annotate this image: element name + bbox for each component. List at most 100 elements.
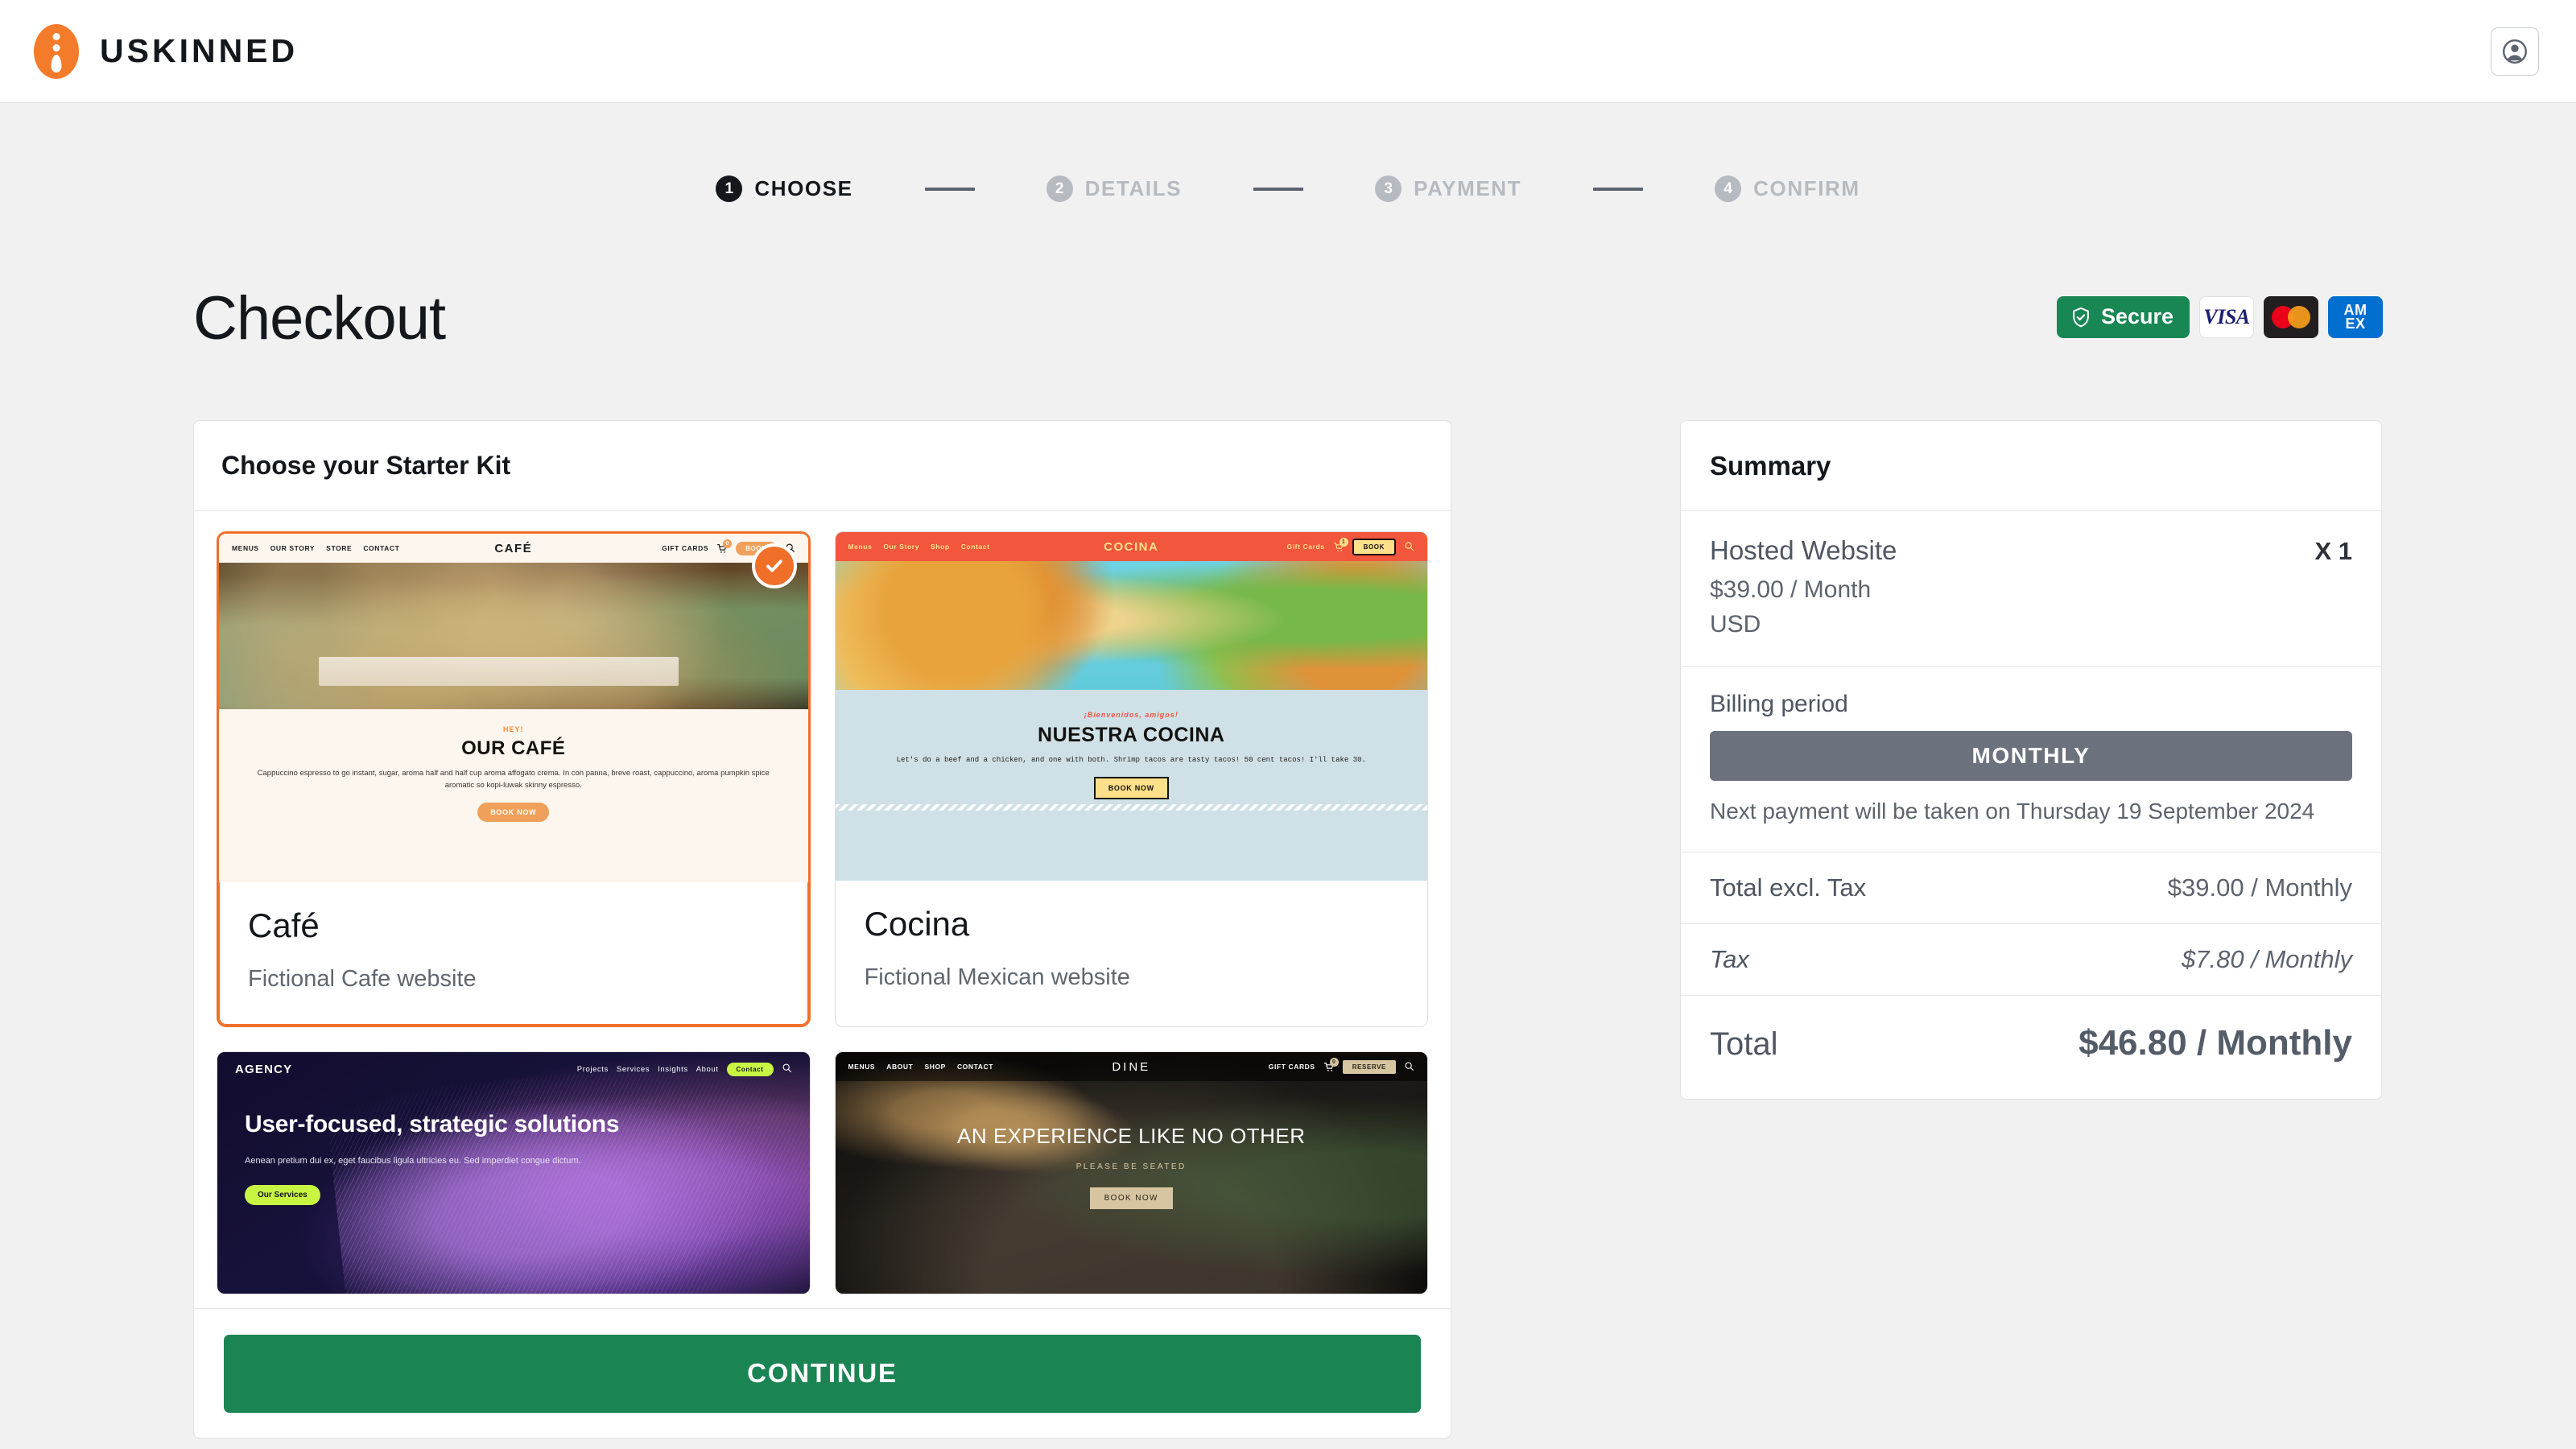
summary-billing-period: Billing period MONTHLY Next payment will…: [1681, 667, 2381, 852]
preview-eyebrow: HEY!: [502, 725, 524, 733]
preview-paragraph: Cappuccino espresso to go instant, sugar…: [257, 769, 770, 790]
starter-kit-card-agency[interactable]: AGENCY Projects Services Insights About …: [217, 1051, 811, 1294]
checkout-stepper: 1 CHOOSE 2 DETAILS 3 PAYMENT 4 CONFIRM: [0, 175, 2576, 202]
kit-description: Fictional Cafe website: [248, 966, 477, 992]
mastercard-badge: [2264, 295, 2318, 338]
uskinned-drop-logo-icon: [34, 23, 79, 79]
preview-nav-item: MENUS: [848, 1063, 876, 1071]
starter-kit-scroll-area[interactable]: MENUS OUR STORY STORE CONTACT CAFÉ GIFT …: [194, 512, 1451, 1438]
preview-headline: User-focused, strategic solutions: [245, 1111, 620, 1137]
preview-headline: OUR CAFÉ: [461, 737, 566, 759]
visa-label: VISA: [2203, 304, 2250, 328]
preview-book-button: BOOK: [1352, 538, 1396, 555]
preview-nav-item: STORE: [326, 544, 353, 552]
summary-item-qty: X 1: [2314, 537, 2352, 565]
preview-nav-item: About: [696, 1064, 719, 1074]
preview-paragraph: Aenean pretium dui ex, eget faucibus lig…: [245, 1155, 581, 1166]
secure-badge-label: Secure: [2100, 304, 2174, 328]
step-label: DETAILS: [1084, 176, 1183, 200]
preview-hero-content: AN EXPERIENCE LIKE NO OTHER PLEASE BE SE…: [836, 1081, 1428, 1209]
step-confirm[interactable]: 4 CONFIRM: [1715, 175, 1860, 202]
tax-label: Tax: [1710, 945, 1749, 973]
preview-nav-item: OUR STORY: [270, 544, 316, 552]
preview-nav-item: CONTACT: [363, 544, 400, 552]
step-connector: [1593, 187, 1644, 191]
preview-hero-content: User-focused, strategic solutions Aenean…: [217, 1086, 810, 1206]
kit-preview-cocina: Menus Our Story Shop Contact COCINA Gift…: [835, 532, 1427, 881]
grand-total-label: Total: [1710, 1026, 1778, 1062]
starter-kit-panel: Choose your Starter Kit MENUS OUR STORY …: [193, 420, 1451, 1439]
next-payment-note: Next payment will be taken on Thursday 1…: [1710, 799, 2315, 824]
preview-nav-item: ABOUT: [886, 1063, 914, 1071]
preview-nav-item: Our Story: [883, 543, 920, 551]
preview-nav-giftcards: Gift Cards: [1286, 543, 1325, 551]
preview-nav-item: Projects: [576, 1064, 609, 1074]
cart-icon: 0: [1323, 1057, 1339, 1072]
preview-logo: AGENCY: [235, 1062, 293, 1076]
grand-total-value: $46.80 / Monthly: [2079, 1023, 2352, 1063]
search-icon: [782, 1063, 792, 1075]
preview-nav-item: MENUS: [232, 544, 259, 552]
amex-label-line1: AM: [2343, 301, 2368, 318]
preview-contact-button: Contact: [726, 1062, 774, 1076]
preview-nav: MENUS OUR STORY STORE CONTACT CAFÉ GIFT …: [219, 534, 808, 563]
starter-kit-card-dine[interactable]: MENUS ABOUT SHOP CONTACT DINE GIFT CARDS: [834, 1051, 1428, 1294]
preview-nav: Menus Our Story Shop Contact COCINA Gift…: [835, 532, 1427, 561]
starter-kit-card-cocina[interactable]: Menus Our Story Shop Contact COCINA Gift…: [834, 531, 1428, 1027]
preview-cta-button: Our Services: [245, 1185, 320, 1206]
kit-preview-dine: MENUS ABOUT SHOP CONTACT DINE GIFT CARDS: [835, 1052, 1428, 1294]
step-details[interactable]: 2 DETAILS: [1046, 175, 1183, 202]
starter-kit-card-cafe[interactable]: MENUS OUR STORY STORE CONTACT CAFÉ GIFT …: [217, 531, 811, 1027]
starter-kit-grid: MENUS OUR STORY STORE CONTACT CAFÉ GIFT …: [217, 531, 1428, 1294]
preview-headline: NUESTRA COCINA: [1038, 724, 1225, 746]
cart-icon: 0: [716, 539, 733, 554]
billing-period-label: Billing period: [1710, 691, 1848, 717]
order-summary-panel: Summary Hosted Website X 1 $39.00 / Mont…: [1680, 420, 2382, 1100]
continue-bar: CONTINUE: [193, 1308, 1451, 1439]
step-label: CONFIRM: [1753, 176, 1860, 200]
kit-description: Fictional Mexican website: [864, 964, 1130, 990]
amex-badge: AM EX: [2328, 295, 2383, 338]
preview-eyebrow: ¡Bienvenidos, amigos!: [1084, 711, 1179, 719]
search-icon: [1404, 1061, 1414, 1073]
cart-count: 1: [1339, 537, 1348, 547]
summary-grand-total: Total $46.80 / Monthly: [1681, 996, 2381, 1099]
payment-badges: Secure VISA AM EX: [2056, 295, 2383, 338]
step-choose[interactable]: 1 CHOOSE: [716, 175, 852, 202]
check-circle-icon: [751, 543, 797, 588]
kit-name: Café: [248, 906, 320, 944]
preview-hero-content: ¡Bienvenidos, amigos! NUESTRA COCINA Let…: [835, 690, 1427, 811]
summary-header: Summary: [1681, 421, 2381, 511]
kit-meta-cafe: Café Fictional Cafe website: [219, 882, 808, 1025]
secure-badge: Secure: [2056, 295, 2190, 338]
brand-logo[interactable]: USKINNED: [32, 23, 298, 79]
preview-cta-button: BOOK NOW: [477, 803, 550, 823]
preview-hero-image: [835, 561, 1427, 690]
preview-paragraph: Let's do a beef and a chicken, and one w…: [896, 756, 1366, 764]
starter-kit-panel-header: Choose your Starter Kit: [194, 421, 1451, 511]
account-button[interactable]: [2491, 27, 2539, 76]
page-title: Checkout: [193, 284, 446, 353]
preview-nav-item: Insights: [658, 1064, 688, 1074]
continue-button[interactable]: CONTINUE: [224, 1334, 1421, 1413]
kit-name: Cocina: [864, 905, 970, 943]
preview-hero-image: [219, 563, 808, 709]
step-connector: [924, 187, 975, 191]
kit-preview-cafe: MENUS OUR STORY STORE CONTACT CAFÉ GIFT …: [219, 534, 808, 882]
preview-cta-button: BOOK NOW: [1093, 776, 1169, 799]
shield-check-icon: [2073, 307, 2089, 327]
preview-nav-giftcards: GIFT CARDS: [662, 544, 709, 552]
preview-nav-giftcards: GIFT CARDS: [1268, 1063, 1315, 1071]
billing-period-toggle[interactable]: MONTHLY: [1710, 731, 2352, 781]
cart-count: 0: [1329, 1057, 1339, 1067]
preview-zigzag-edge: [835, 803, 1427, 811]
step-number: 1: [716, 175, 743, 202]
step-number: 3: [1375, 175, 1402, 202]
visa-badge: VISA: [2199, 295, 2254, 338]
preview-nav-item: Shop: [931, 543, 950, 551]
preview-nav-item: Contact: [960, 543, 990, 551]
amex-label-line2: EX: [2345, 315, 2366, 332]
step-payment[interactable]: 3 PAYMENT: [1375, 175, 1521, 202]
preview-paragraph: PLEASE BE SEATED: [1075, 1162, 1187, 1171]
step-label: PAYMENT: [1414, 176, 1522, 200]
